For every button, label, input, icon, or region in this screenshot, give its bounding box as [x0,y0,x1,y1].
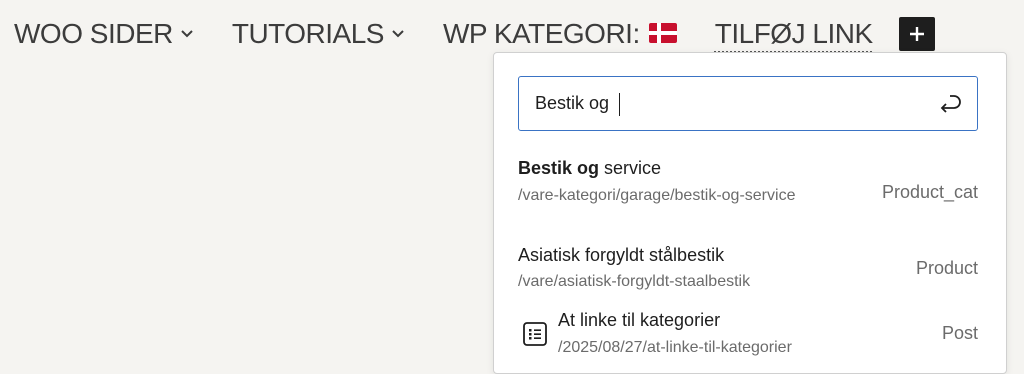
result-title-match: Bestik og [518,158,600,178]
result-type: Post [941,323,978,343]
text-cursor [619,93,620,116]
plus-icon [909,27,924,41]
search-result-item[interactable]: Bestik og service /vare-kategori/garage/… [494,153,1006,229]
post-list-icon [522,321,548,352]
result-type: Product [915,258,978,278]
nav-item-label: WP KATEGORI: [442,18,640,49]
result-title-rest: service [599,158,662,178]
nav-item-wp-kategori[interactable]: WP KATEGORI: [443,18,677,50]
result-title: Asiatisk forgyldt stålbestik [518,245,725,265]
search-result-item[interactable]: Asiatisk forgyldt stålbestik /vare/asiat… [494,243,1006,298]
link-search-popover: Bestik og service /vare-kategori/garage/… [493,52,1007,374]
result-type: Product_cat [881,182,978,202]
denmark-flag-icon [648,18,677,50]
search-result-item[interactable]: At linke til kategorier /2025/08/27/at-l… [494,307,1006,367]
link-search-field[interactable] [518,76,978,131]
result-title: Bestik og service [518,158,661,179]
nav-item-label: TILFØJ LINK [714,18,873,49]
chevron-down-icon [180,29,194,39]
result-title: At linke til kategorier [558,310,721,330]
chevron-down-icon [391,29,405,39]
result-url: /vare/asiatisk-forgyldt-staalbestik [518,273,751,290]
search-input[interactable] [535,77,915,130]
nav-item-tutorials[interactable]: TUTORIALS [232,18,405,50]
add-link-button[interactable] [898,17,935,51]
nav-item-label: TUTORIALS [231,18,385,49]
enter-icon[interactable] [937,91,963,122]
nav-item-tilfoj-link[interactable]: TILFØJ LINK [715,18,873,50]
result-url: /2025/08/27/at-linke-til-kategorier [558,339,792,356]
result-url: /vare-kategori/garage/bestik-og-service [518,187,796,204]
nav-item-woo-sider[interactable]: WOO SIDER [14,18,194,50]
top-navigation: WOO SIDER TUTORIALS WP KATEGORI: TILFØJ … [14,14,935,54]
nav-item-label: WOO SIDER [14,18,173,49]
